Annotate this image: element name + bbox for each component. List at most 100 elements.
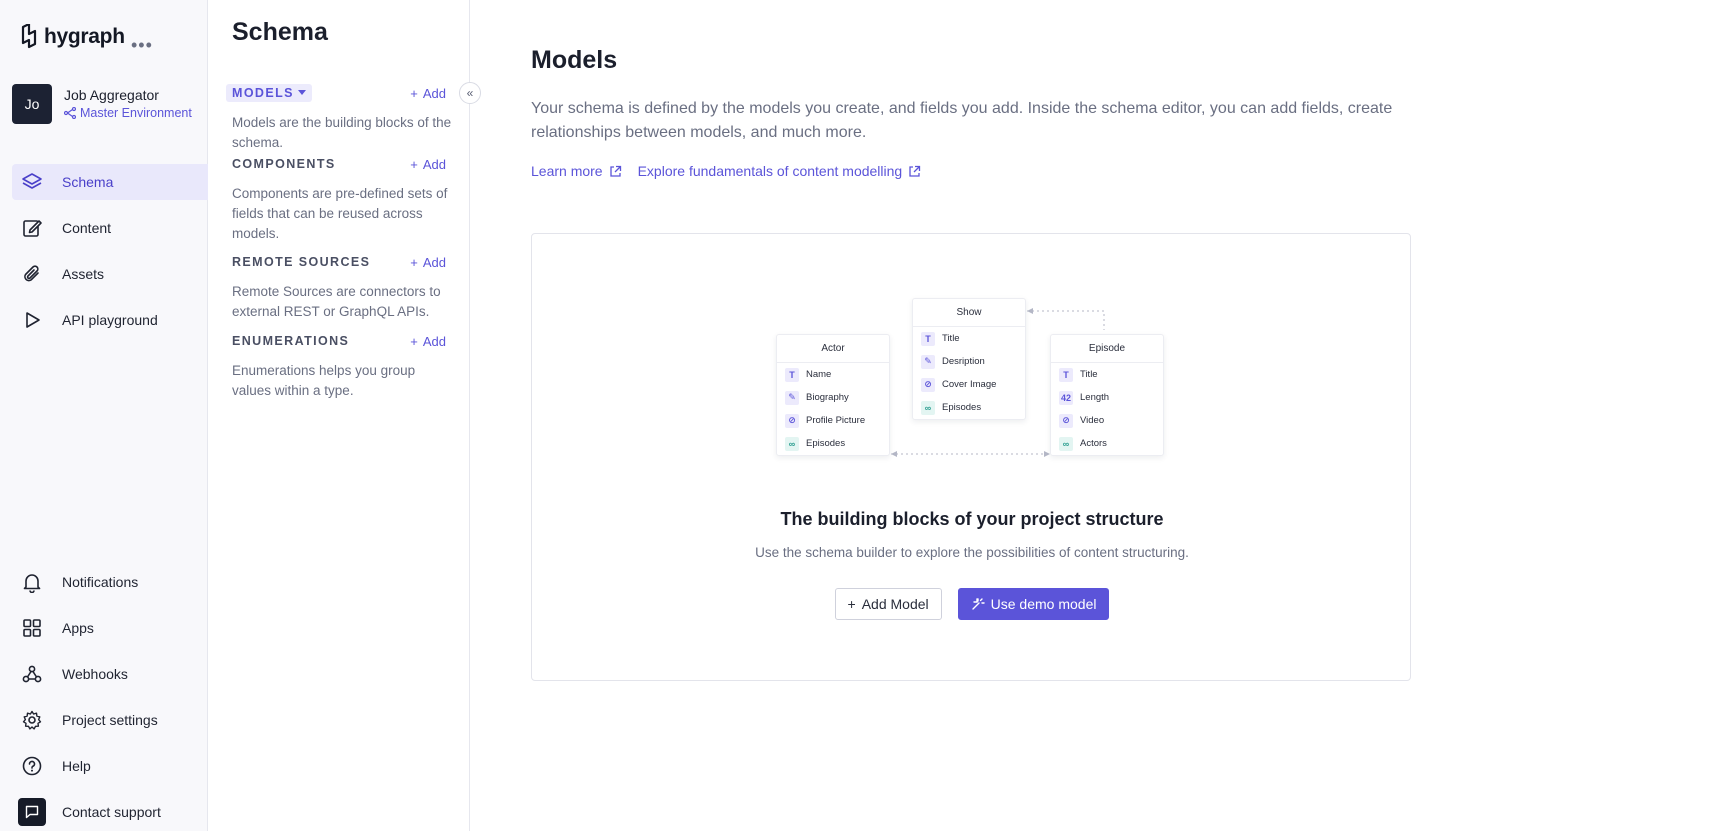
nav-item-assets[interactable]: Assets	[12, 256, 228, 292]
help-links: Learn more Explore fundamentals of conte…	[531, 163, 921, 179]
magic-wand-icon	[971, 598, 985, 610]
branch-icon	[64, 107, 76, 119]
gear-icon	[21, 709, 43, 731]
nav-item-webhooks[interactable]: Webhooks	[12, 656, 202, 692]
nav-label: API playground	[62, 312, 158, 328]
add-model-button[interactable]: + Add Model	[834, 588, 942, 620]
add-component-link[interactable]: + Add	[410, 157, 446, 172]
section-description: Components are pre-defined sets of field…	[232, 186, 448, 241]
nav-item-schema[interactable]: Schema	[12, 164, 228, 200]
nav-label: Help	[62, 758, 91, 774]
plus-icon: +	[410, 156, 418, 172]
caret-down-icon	[297, 90, 306, 95]
play-icon	[21, 309, 43, 331]
nav-label: Schema	[62, 174, 114, 190]
bell-icon	[21, 571, 43, 593]
paperclip-icon	[21, 263, 43, 285]
section-models: MODELS + Add Models are the building blo…	[226, 83, 454, 153]
section-label: COMPONENTS	[232, 157, 336, 171]
more-options-icon[interactable]: •••	[131, 36, 153, 54]
external-link-icon	[909, 165, 921, 177]
episode-model-card: Episode T Title 42 Length ⊘ Video ∞ Actors	[1050, 334, 1164, 456]
section-description: Enumerations helps you group values with…	[232, 363, 416, 398]
reference-field-icon: ∞	[1059, 436, 1073, 451]
text-field-icon: T	[785, 367, 799, 382]
environment-link[interactable]: Master Environment	[64, 104, 192, 122]
project-name: Job Aggregator	[64, 87, 159, 103]
section-label: REMOTE SOURCES	[232, 255, 371, 269]
empty-state-card: Actor T Name ✎ Biography ⊘ Profile Picture …	[531, 233, 1411, 681]
plus-icon: +	[410, 333, 418, 349]
model-title: Episode	[1051, 335, 1163, 363]
plus-icon: +	[847, 596, 856, 612]
nav-item-project-settings[interactable]: Project settings	[12, 702, 202, 738]
help-circle-icon	[21, 755, 43, 777]
nav-label: Notifications	[62, 574, 139, 590]
model-title: Actor	[777, 335, 889, 363]
section-components: COMPONENTS + Add Components are pre-defi…	[232, 154, 454, 244]
schema-panel: Schema « MODELS + Add Models are the bui…	[208, 0, 481, 831]
explore-fundamentals-link[interactable]: Explore fundamentals of content modellin…	[638, 163, 922, 179]
section-label: ENUMERATIONS	[232, 334, 350, 348]
apps-grid-icon	[21, 617, 43, 639]
empty-state-title: The building blocks of your project stru…	[780, 509, 1164, 529]
asset-field-icon: ⊘	[921, 377, 935, 392]
nav-item-api-playground[interactable]: API playground	[12, 302, 228, 338]
reference-field-icon: ∞	[785, 436, 799, 451]
plus-icon: +	[410, 254, 418, 270]
nav-label: Content	[62, 220, 112, 236]
nav-item-apps[interactable]: Apps	[12, 610, 202, 646]
section-description: Remote Sources are connectors to externa…	[232, 284, 441, 319]
nav-item-notifications[interactable]: Notifications	[12, 564, 202, 600]
asset-field-icon: ⊘	[785, 413, 799, 428]
models-dropdown[interactable]: MODELS	[226, 84, 312, 102]
section-description: Models are the building blocks of the sc…	[232, 115, 452, 150]
use-demo-model-button[interactable]: Use demo model	[957, 588, 1110, 620]
empty-state-actions: + Add Model Use demo model	[532, 588, 1412, 620]
nav-item-help[interactable]: Help	[12, 748, 202, 784]
nav-label: Webhooks	[62, 666, 128, 682]
schema-diagram-illustration: Actor T Name ✎ Biography ⊘ Profile Picture …	[776, 298, 1172, 478]
secondary-nav: Notifications Apps Webhooks Project sett…	[12, 564, 202, 831]
chevrons-left-icon: «	[466, 86, 474, 100]
show-model-card: Show T Title ✎ Desription ⊘ Cover Image ∞ Ep…	[912, 298, 1026, 420]
hygraph-logo[interactable]: hygraph	[20, 24, 125, 50]
project-avatar: Jo	[12, 84, 52, 124]
empty-state-subtitle: Use the schema builder to explore the po…	[755, 545, 1189, 560]
page-description: Your schema is defined by the models you…	[531, 100, 1393, 141]
page-title: Models	[531, 46, 618, 74]
model-title: Show	[913, 299, 1025, 327]
add-enumeration-link[interactable]: + Add	[410, 334, 446, 349]
external-link-icon	[609, 165, 621, 177]
section-remote-sources: REMOTE SOURCES + Add Remote Sources are …	[232, 252, 454, 322]
section-enumerations: ENUMERATIONS + Add Enumerations helps yo…	[232, 331, 454, 401]
reference-field-icon: ∞	[921, 400, 935, 415]
add-remote-source-link[interactable]: + Add	[410, 255, 446, 270]
main-sidebar: hygraph ••• Jo Job Aggregator Master Env…	[0, 0, 228, 831]
nav-item-contact-support[interactable]: Contact support	[12, 794, 202, 830]
nav-item-content[interactable]: Content	[12, 210, 228, 246]
richtext-field-icon: ✎	[921, 354, 935, 369]
actor-model-card: Actor T Name ✎ Biography ⊘ Profile Picture …	[776, 334, 890, 456]
learn-more-link[interactable]: Learn more	[531, 163, 622, 179]
chat-icon	[18, 798, 46, 826]
nav-label: Contact support	[62, 804, 161, 820]
collapse-panel-button[interactable]: «	[459, 82, 481, 104]
brand-name: hygraph	[44, 25, 125, 48]
app: hygraph ••• Jo Job Aggregator Master Env…	[0, 0, 1734, 831]
add-model-link[interactable]: + Add	[410, 86, 446, 101]
hygraph-logo-icon	[21, 24, 37, 49]
nav-label: Project settings	[62, 712, 158, 728]
number-field-icon: 42	[1059, 390, 1073, 405]
nav-label: Apps	[62, 620, 94, 636]
richtext-field-icon: ✎	[785, 390, 799, 405]
project-switcher[interactable]: Jo Job Aggregator Master Environment	[12, 84, 202, 126]
edit-icon	[21, 217, 43, 239]
text-field-icon: T	[1059, 367, 1073, 382]
webhook-icon	[21, 663, 43, 685]
asset-field-icon: ⊘	[1059, 413, 1073, 428]
layers-icon	[21, 171, 43, 193]
nav-label: Assets	[62, 266, 105, 282]
text-field-icon: T	[921, 331, 935, 346]
primary-nav: Schema Content Assets API playground	[12, 164, 228, 348]
